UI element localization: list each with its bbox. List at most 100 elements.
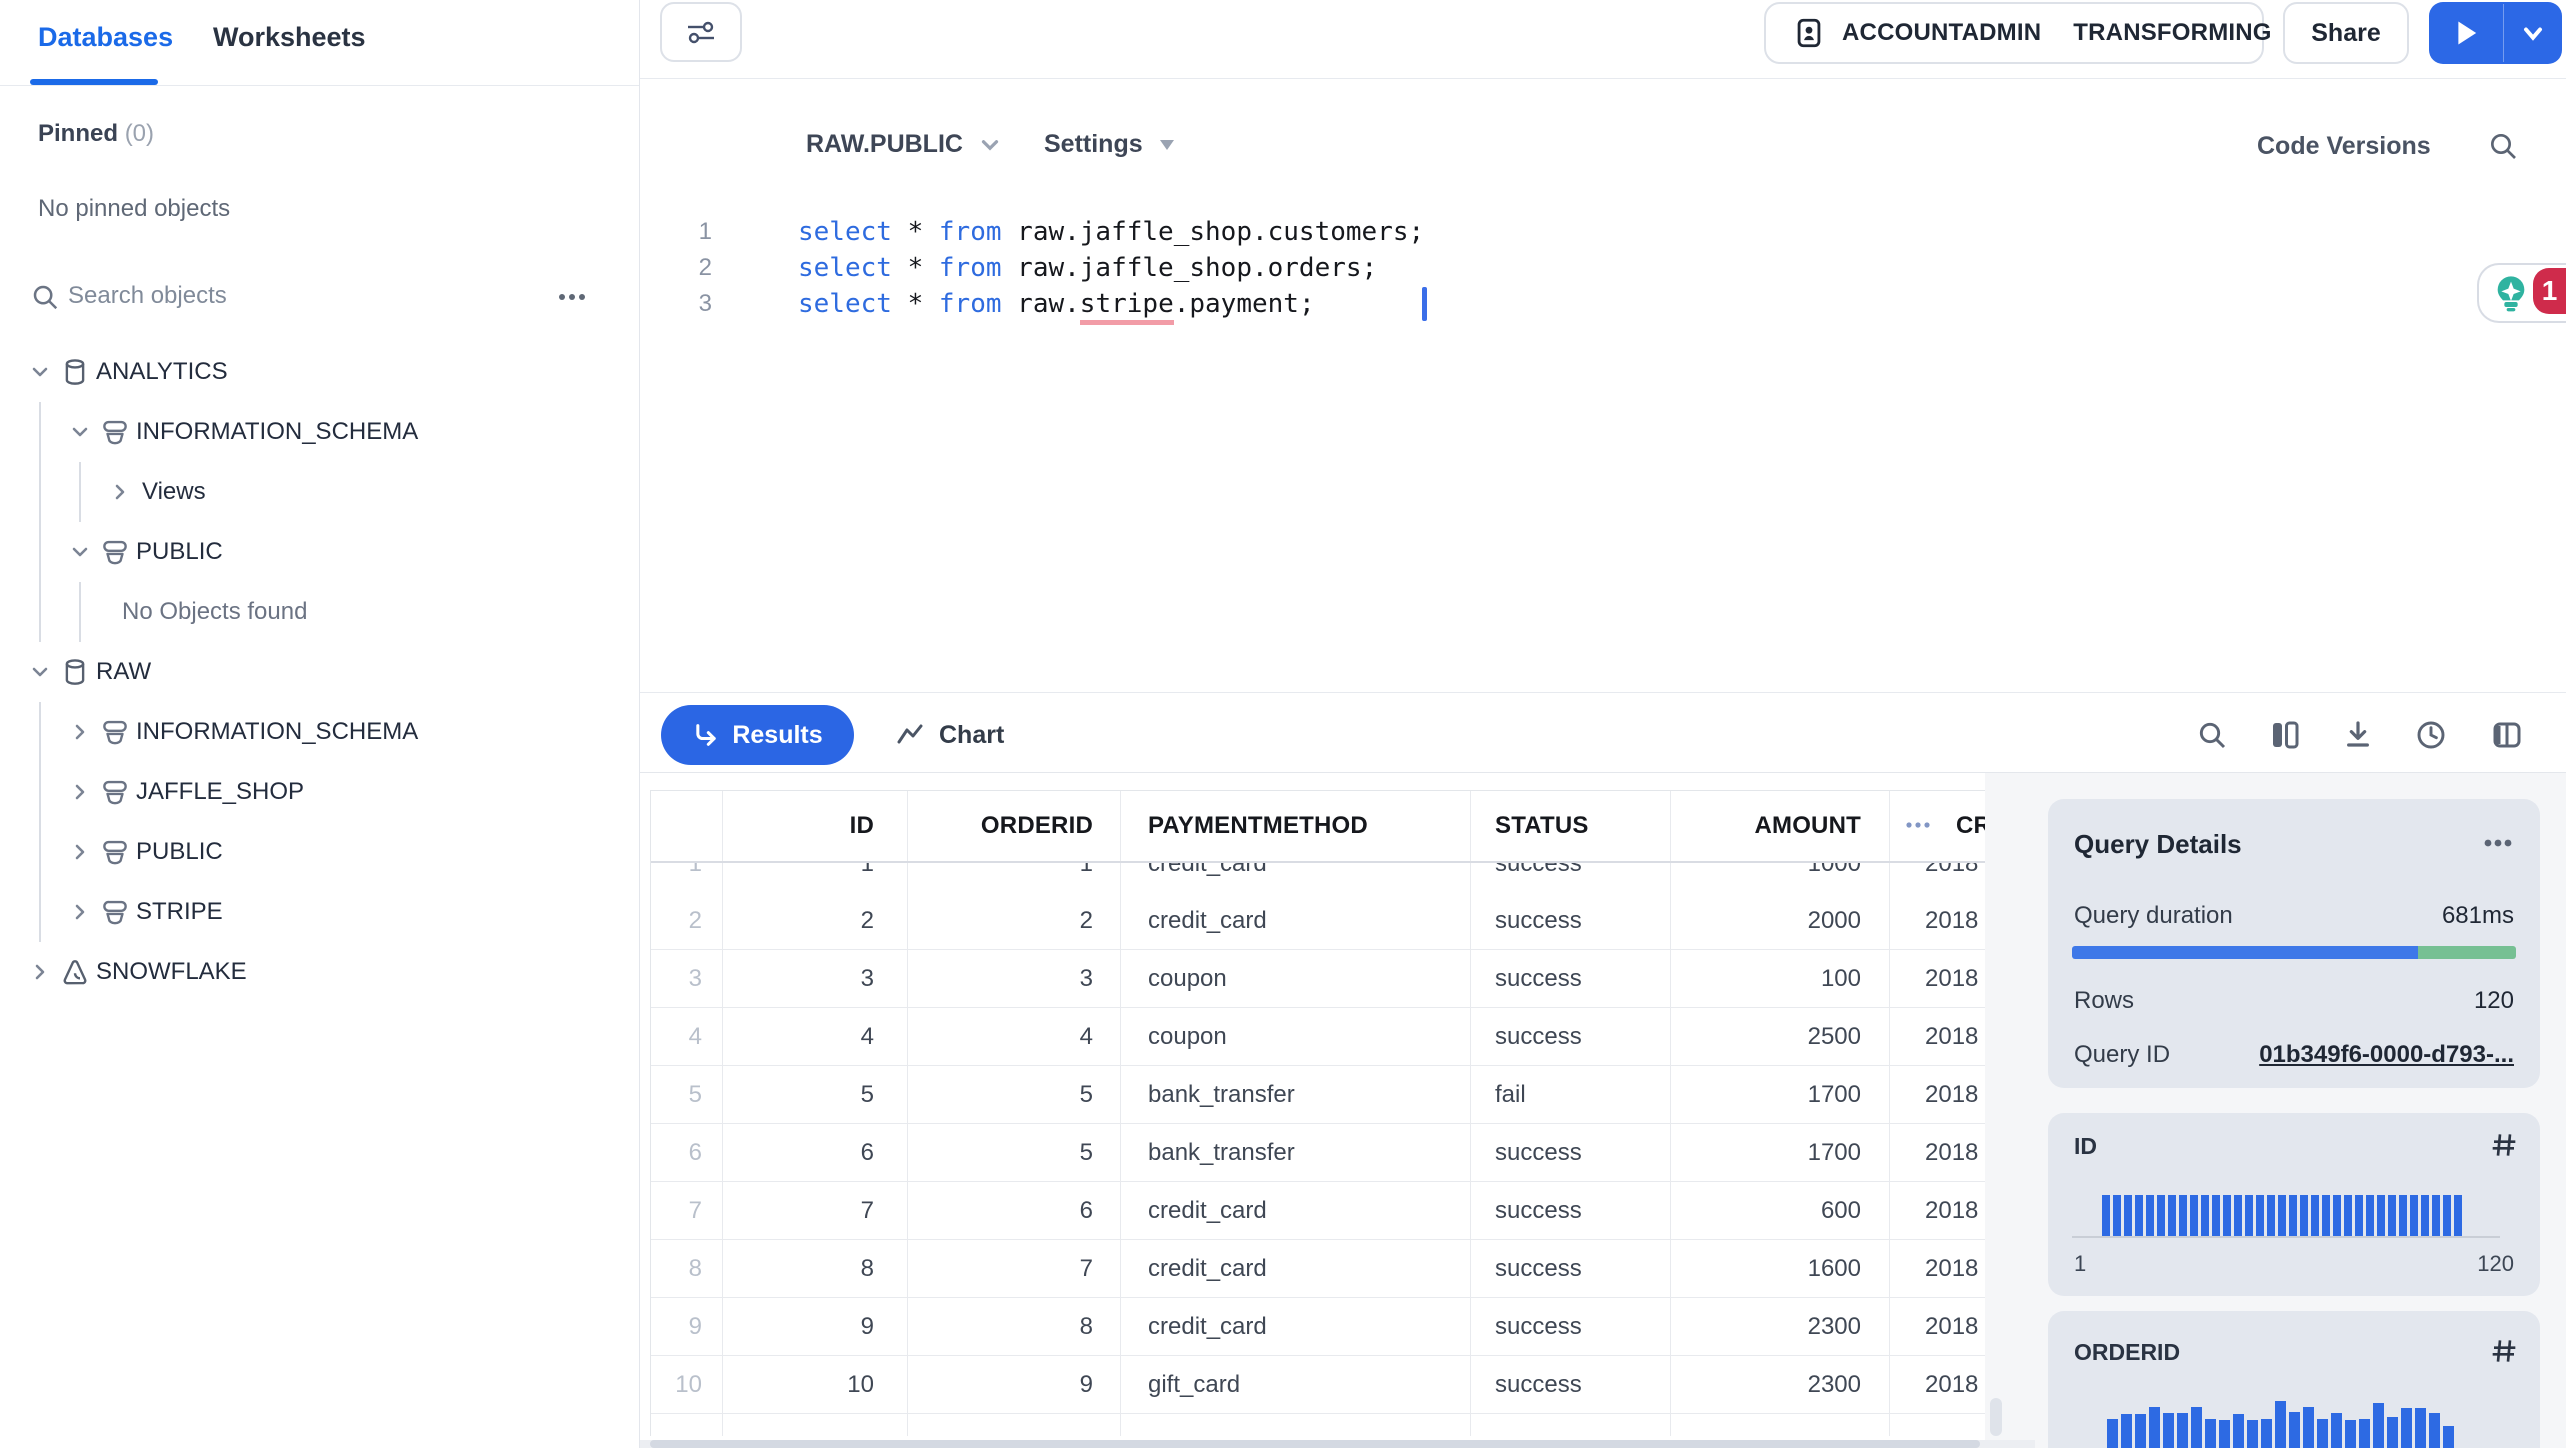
column-header[interactable]: AMOUNT: [1671, 791, 1890, 861]
table-row[interactable]: [651, 1414, 1985, 1436]
split-panel-icon[interactable]: [2482, 710, 2532, 760]
row-number: 8: [651, 1240, 723, 1297]
table-row[interactable]: 6 6 5 bank_transfer success 1700 2018: [651, 1124, 1985, 1182]
table-row[interactable]: 4 4 4 coupon success 2500 2018: [651, 1008, 1985, 1066]
table-row[interactable]: 7 7 6 credit_card success 600 2018: [651, 1182, 1985, 1240]
chevron-down-icon[interactable]: [68, 540, 92, 564]
table-row[interactable]: 8 8 7 credit_card success 1600 2018: [651, 1240, 1985, 1298]
column-header[interactable]: [651, 791, 723, 861]
tree-item-analytics[interactable]: ANALYTICS: [0, 342, 620, 402]
horizontal-scrollbar-thumb[interactable]: [650, 1440, 1980, 1448]
table-cell: 3: [908, 950, 1121, 1007]
chart-tab-label: Chart: [939, 720, 1005, 749]
code-line-1[interactable]: 1 select * from raw.jaffle_shop.customers…: [640, 214, 2540, 250]
query-details-more-icon[interactable]: [2480, 833, 2516, 853]
results-search-icon[interactable]: [2187, 710, 2237, 760]
chevron-down-icon[interactable]: [68, 420, 92, 444]
search-objects-row: Search objects: [30, 280, 610, 314]
tree-item-snowflake[interactable]: SNOWFLAKE: [0, 942, 620, 1002]
code-line-2[interactable]: 2 select * from raw.jaffle_shop.orders;: [640, 250, 2540, 286]
table-cell: 100: [1671, 950, 1890, 1007]
worksheet-options-button[interactable]: [660, 2, 742, 62]
row-number: 3: [651, 950, 723, 1007]
table-cell: success: [1471, 1008, 1671, 1065]
tree-item-information-schema[interactable]: INFORMATION_SCHEMA: [0, 402, 620, 462]
table-cell: success: [1471, 1240, 1671, 1297]
tree-item-no-objects-found[interactable]: No Objects found: [0, 582, 620, 642]
table-row[interactable]: 3 3 3 coupon success 100 2018: [651, 950, 1985, 1008]
editor-search-icon[interactable]: [2487, 130, 2519, 162]
table-cell: 2000: [1671, 892, 1890, 949]
history-clock-icon[interactable]: [2406, 710, 2456, 760]
histogram-bar: [2245, 1195, 2253, 1236]
column-header[interactable]: ID: [723, 791, 908, 861]
chevron-right-icon[interactable]: [68, 900, 92, 924]
chevron-right-icon[interactable]: [28, 960, 52, 984]
histogram-bar: [2454, 1195, 2462, 1236]
tab-worksheets[interactable]: Worksheets: [213, 22, 366, 53]
table-cell: credit_card: [1121, 1182, 1471, 1239]
column-header[interactable]: PAYMENTMETHOD: [1121, 791, 1471, 861]
table-row[interactable]: 9 9 8 credit_card success 2300 2018: [651, 1298, 1985, 1356]
tab-databases[interactable]: Databases: [38, 22, 173, 53]
run-options-button[interactable]: [2504, 19, 2562, 47]
results-tab[interactable]: Results: [661, 705, 854, 765]
column-menu-icon[interactable]: [1903, 817, 1933, 833]
tree-item-public[interactable]: PUBLIC: [0, 822, 620, 882]
warehouse-label: TRANSFORMING: [2073, 19, 2272, 46]
tree-item-stripe[interactable]: STRIPE: [0, 882, 620, 942]
orderid-histogram-card: ORDERID: [2048, 1311, 2540, 1448]
query-details-title: Query Details: [2074, 829, 2242, 859]
sidebar-more-icon[interactable]: [556, 284, 588, 310]
columns-icon[interactable]: [2260, 710, 2310, 760]
chevron-down-icon[interactable]: [28, 660, 52, 684]
chevron-right-icon[interactable]: [108, 480, 132, 504]
settings-dropdown[interactable]: Settings: [1044, 130, 1175, 159]
code-versions-link[interactable]: Code Versions: [2257, 132, 2431, 161]
table-cell: 4: [723, 1008, 908, 1065]
tree-item-raw[interactable]: RAW: [0, 642, 620, 702]
tree-item-views[interactable]: Views: [0, 462, 620, 522]
histogram-bar: [2233, 1414, 2244, 1448]
chart-tab[interactable]: Chart: [895, 705, 1004, 765]
histogram-bar: [2366, 1195, 2374, 1236]
tree-item-jaffle-shop[interactable]: JAFFLE_SHOP: [0, 762, 620, 822]
context-role-warehouse-button[interactable]: ACCOUNTADMIN TRANSFORMING: [1764, 2, 2271, 64]
database-icon: [60, 357, 90, 387]
results-tab-label: Results: [732, 720, 823, 749]
table-cell: 7: [723, 1182, 908, 1239]
download-icon[interactable]: [2333, 710, 2383, 760]
histogram-bar: [2443, 1426, 2454, 1448]
horizontal-scrollbar-track[interactable]: [640, 1440, 2035, 1448]
table-cell: 5: [908, 1124, 1121, 1181]
results-table[interactable]: IDORDERIDPAYMENTMETHODSTATUSAMOUNTCREATE…: [650, 790, 1985, 1436]
histogram-bar: [2410, 1195, 2418, 1236]
code-line-3[interactable]: 3 select * from raw.stripe.payment;: [640, 286, 2540, 325]
chevron-right-icon[interactable]: [68, 720, 92, 744]
histogram-bar: [2432, 1195, 2440, 1236]
vertical-scrollbar-thumb[interactable]: [1990, 1398, 2002, 1436]
tree-item-public[interactable]: PUBLIC: [0, 522, 620, 582]
chevron-down-icon[interactable]: [28, 360, 52, 384]
histogram-bar: [2322, 1195, 2330, 1236]
histogram-bar: [2387, 1417, 2398, 1448]
chevron-right-icon[interactable]: [68, 840, 92, 864]
role-label: ACCOUNTADMIN: [1842, 19, 2042, 46]
table-row[interactable]: 5 5 5 bank_transfer fail 1700 2018: [651, 1066, 1985, 1124]
table-row[interactable]: 1 1 1 credit_card success 1000 2018: [651, 863, 1985, 892]
column-header[interactable]: ORDERID: [908, 791, 1121, 861]
query-id-link[interactable]: 01b349f6-0000-d793-...: [2259, 1041, 2514, 1069]
chevron-right-icon[interactable]: [68, 780, 92, 804]
tree-item-information-schema[interactable]: INFORMATION_SCHEMA: [0, 702, 620, 762]
search-objects-input[interactable]: Search objects: [68, 282, 227, 310]
triangle-down-icon: [1159, 139, 1175, 151]
table-row[interactable]: 2 2 2 credit_card success 2000 2018: [651, 892, 1985, 950]
row-number: 1: [651, 863, 723, 892]
column-header[interactable]: STATUS: [1471, 791, 1671, 861]
context-selector[interactable]: RAW.PUBLIC: [806, 130, 1003, 159]
sidebar: Databases Worksheets Pinned (0) No pinne…: [0, 0, 639, 1448]
run-button[interactable]: [2429, 19, 2503, 47]
table-row[interactable]: 10 10 9 gift_card success 2300 2018: [651, 1356, 1985, 1414]
role-badge-icon: [1792, 16, 1826, 50]
share-button[interactable]: Share: [2283, 2, 2409, 64]
